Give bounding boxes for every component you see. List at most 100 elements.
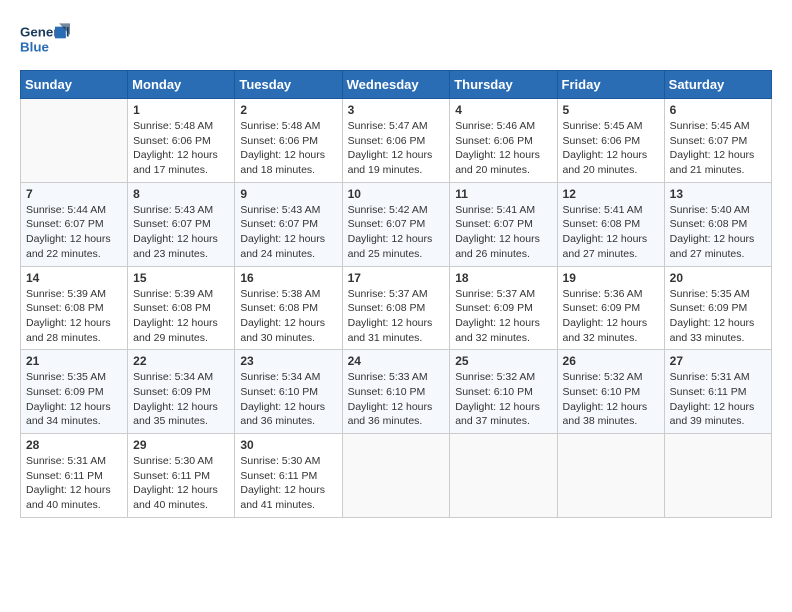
calendar-cell: 10 Sunrise: 5:42 AMSunset: 6:07 PMDayligh… xyxy=(342,182,450,266)
weekday-header-friday: Friday xyxy=(557,71,664,99)
day-number: 18 xyxy=(455,271,551,285)
calendar-week-row: 7Sunrise: 5:44 AMSunset: 6:07 PMDaylight… xyxy=(21,182,772,266)
calendar-cell: 12 Sunrise: 5:41 AMSunset: 6:08 PMDayligh… xyxy=(557,182,664,266)
calendar-header-row: SundayMondayTuesdayWednesdayThursdayFrid… xyxy=(21,71,772,99)
calendar-cell: 26 Sunrise: 5:32 AMSunset: 6:10 PMDayligh… xyxy=(557,350,664,434)
calendar-cell xyxy=(450,434,557,518)
weekday-header-tuesday: Tuesday xyxy=(235,71,342,99)
day-number: 25 xyxy=(455,354,551,368)
day-number: 5 xyxy=(563,103,659,117)
day-info: Sunrise: 5:38 AMSunset: 6:08 PMDaylight:… xyxy=(240,287,336,346)
day-number: 3 xyxy=(348,103,445,117)
day-number: 19 xyxy=(563,271,659,285)
day-info: Sunrise: 5:32 AMSunset: 6:10 PMDaylight:… xyxy=(455,370,551,429)
calendar-cell: 7Sunrise: 5:44 AMSunset: 6:07 PMDaylight… xyxy=(21,182,128,266)
calendar-cell: 19Sunrise: 5:36 AMSunset: 6:09 PMDayligh… xyxy=(557,266,664,350)
day-info: Sunrise: 5:46 AMSunset: 6:06 PMDaylight:… xyxy=(455,119,551,178)
calendar-cell: 20 Sunrise: 5:35 AMSunset: 6:09 PMDayligh… xyxy=(664,266,771,350)
calendar-cell xyxy=(557,434,664,518)
day-info: Sunrise: 5:35 AMSunset: 6:09 PMDaylight:… xyxy=(26,370,122,429)
day-info: Sunrise: 5:48 AMSunset: 6:06 PMDaylight:… xyxy=(133,119,229,178)
calendar-week-row: 21 Sunrise: 5:35 AMSunset: 6:09 PMDayligh… xyxy=(21,350,772,434)
logo: General Blue xyxy=(20,20,70,60)
calendar-cell: 14Sunrise: 5:39 AMSunset: 6:08 PMDayligh… xyxy=(21,266,128,350)
weekday-header-wednesday: Wednesday xyxy=(342,71,450,99)
day-number: 15 xyxy=(133,271,229,285)
day-number: 10 xyxy=(348,187,445,201)
calendar-cell: 28 Sunrise: 5:31 AMSunset: 6:11 PMDayligh… xyxy=(21,434,128,518)
calendar-cell: 22 Sunrise: 5:34 AMSunset: 6:09 PMDayligh… xyxy=(128,350,235,434)
calendar-cell: 18 Sunrise: 5:37 AMSunset: 6:09 PMDayligh… xyxy=(450,266,557,350)
weekday-header-sunday: Sunday xyxy=(21,71,128,99)
day-info: Sunrise: 5:43 AMSunset: 6:07 PMDaylight:… xyxy=(133,203,229,262)
day-number: 27 xyxy=(670,354,766,368)
day-info: Sunrise: 5:37 AMSunset: 6:09 PMDaylight:… xyxy=(455,287,551,346)
day-number: 29 xyxy=(133,438,229,452)
calendar-cell: 2Sunrise: 5:48 AMSunset: 6:06 PMDaylight… xyxy=(235,99,342,183)
calendar-cell xyxy=(664,434,771,518)
day-info: Sunrise: 5:32 AMSunset: 6:10 PMDaylight:… xyxy=(563,370,659,429)
day-info: Sunrise: 5:31 AMSunset: 6:11 PMDaylight:… xyxy=(670,370,766,429)
calendar-cell xyxy=(21,99,128,183)
day-info: Sunrise: 5:40 AMSunset: 6:08 PMDaylight:… xyxy=(670,203,766,262)
calendar-cell: 23 Sunrise: 5:34 AMSunset: 6:10 PMDayligh… xyxy=(235,350,342,434)
calendar-cell: 17Sunrise: 5:37 AMSunset: 6:08 PMDayligh… xyxy=(342,266,450,350)
day-number: 11 xyxy=(455,187,551,201)
calendar-week-row: 1 Sunrise: 5:48 AMSunset: 6:06 PMDaylight… xyxy=(21,99,772,183)
calendar-cell: 1 Sunrise: 5:48 AMSunset: 6:06 PMDaylight… xyxy=(128,99,235,183)
calendar-cell: 9 Sunrise: 5:43 AMSunset: 6:07 PMDaylight… xyxy=(235,182,342,266)
calendar-cell: 13Sunrise: 5:40 AMSunset: 6:08 PMDayligh… xyxy=(664,182,771,266)
day-info: Sunrise: 5:43 AMSunset: 6:07 PMDaylight:… xyxy=(240,203,336,262)
calendar-week-row: 28 Sunrise: 5:31 AMSunset: 6:11 PMDayligh… xyxy=(21,434,772,518)
calendar-cell: 5 Sunrise: 5:45 AMSunset: 6:06 PMDaylight… xyxy=(557,99,664,183)
day-number: 21 xyxy=(26,354,122,368)
day-info: Sunrise: 5:45 AMSunset: 6:06 PMDaylight:… xyxy=(563,119,659,178)
day-info: Sunrise: 5:34 AMSunset: 6:10 PMDaylight:… xyxy=(240,370,336,429)
weekday-header-saturday: Saturday xyxy=(664,71,771,99)
day-info: Sunrise: 5:47 AMSunset: 6:06 PMDaylight:… xyxy=(348,119,445,178)
day-number: 12 xyxy=(563,187,659,201)
calendar-table: SundayMondayTuesdayWednesdayThursdayFrid… xyxy=(20,70,772,518)
day-number: 9 xyxy=(240,187,336,201)
day-info: Sunrise: 5:41 AMSunset: 6:08 PMDaylight:… xyxy=(563,203,659,262)
day-info: Sunrise: 5:31 AMSunset: 6:11 PMDaylight:… xyxy=(26,454,122,513)
svg-text:Blue: Blue xyxy=(20,40,49,55)
calendar-cell: 21 Sunrise: 5:35 AMSunset: 6:09 PMDayligh… xyxy=(21,350,128,434)
day-info: Sunrise: 5:41 AMSunset: 6:07 PMDaylight:… xyxy=(455,203,551,262)
day-number: 26 xyxy=(563,354,659,368)
calendar-cell xyxy=(342,434,450,518)
page-header: General Blue xyxy=(20,20,772,60)
calendar-cell: 6Sunrise: 5:45 AMSunset: 6:07 PMDaylight… xyxy=(664,99,771,183)
day-number: 28 xyxy=(26,438,122,452)
weekday-header-thursday: Thursday xyxy=(450,71,557,99)
logo-icon: General Blue xyxy=(20,20,70,60)
day-number: 1 xyxy=(133,103,229,117)
calendar-cell: 30Sunrise: 5:30 AMSunset: 6:11 PMDayligh… xyxy=(235,434,342,518)
day-info: Sunrise: 5:35 AMSunset: 6:09 PMDaylight:… xyxy=(670,287,766,346)
calendar-cell: 3 Sunrise: 5:47 AMSunset: 6:06 PMDaylight… xyxy=(342,99,450,183)
day-info: Sunrise: 5:30 AMSunset: 6:11 PMDaylight:… xyxy=(240,454,336,513)
calendar-cell: 4 Sunrise: 5:46 AMSunset: 6:06 PMDaylight… xyxy=(450,99,557,183)
day-number: 22 xyxy=(133,354,229,368)
day-number: 23 xyxy=(240,354,336,368)
day-info: Sunrise: 5:30 AMSunset: 6:11 PMDaylight:… xyxy=(133,454,229,513)
day-number: 20 xyxy=(670,271,766,285)
day-number: 16 xyxy=(240,271,336,285)
day-info: Sunrise: 5:37 AMSunset: 6:08 PMDaylight:… xyxy=(348,287,445,346)
weekday-header-monday: Monday xyxy=(128,71,235,99)
calendar-cell: 27 Sunrise: 5:31 AMSunset: 6:11 PMDayligh… xyxy=(664,350,771,434)
calendar-cell: 11 Sunrise: 5:41 AMSunset: 6:07 PMDayligh… xyxy=(450,182,557,266)
day-number: 6 xyxy=(670,103,766,117)
day-number: 24 xyxy=(348,354,445,368)
day-info: Sunrise: 5:42 AMSunset: 6:07 PMDaylight:… xyxy=(348,203,445,262)
calendar-cell: 24 Sunrise: 5:33 AMSunset: 6:10 PMDayligh… xyxy=(342,350,450,434)
calendar-cell: 8Sunrise: 5:43 AMSunset: 6:07 PMDaylight… xyxy=(128,182,235,266)
day-number: 4 xyxy=(455,103,551,117)
day-info: Sunrise: 5:34 AMSunset: 6:09 PMDaylight:… xyxy=(133,370,229,429)
day-info: Sunrise: 5:44 AMSunset: 6:07 PMDaylight:… xyxy=(26,203,122,262)
calendar-cell: 29 Sunrise: 5:30 AMSunset: 6:11 PMDayligh… xyxy=(128,434,235,518)
calendar-week-row: 14Sunrise: 5:39 AMSunset: 6:08 PMDayligh… xyxy=(21,266,772,350)
day-info: Sunrise: 5:33 AMSunset: 6:10 PMDaylight:… xyxy=(348,370,445,429)
day-info: Sunrise: 5:39 AMSunset: 6:08 PMDaylight:… xyxy=(133,287,229,346)
calendar-cell: 25 Sunrise: 5:32 AMSunset: 6:10 PMDayligh… xyxy=(450,350,557,434)
